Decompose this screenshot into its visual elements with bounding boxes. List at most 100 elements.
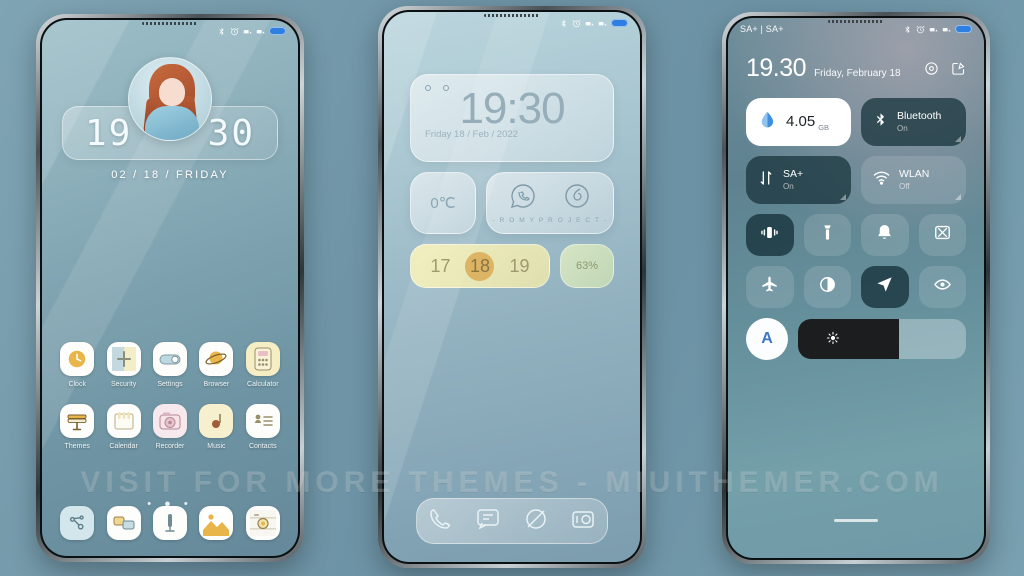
temperature-value: 0℃	[430, 195, 456, 212]
calendar-icon	[106, 404, 141, 438]
header-time: 19.30	[746, 54, 807, 82]
bluetooth-icon	[903, 25, 912, 34]
toggle-ringer[interactable]	[861, 214, 909, 256]
toggle-dark-mode[interactable]	[803, 266, 851, 308]
data-value: 4.05	[786, 112, 816, 130]
camera-icon[interactable]	[245, 506, 280, 540]
project-label: - R O M Y P R O J E C T -	[492, 217, 608, 224]
phone-3-screen: SA+ | SA+ 19.30 Friday, February 18 4.05…	[728, 18, 984, 558]
signal-icon	[243, 27, 252, 36]
tile-state: On	[783, 181, 794, 191]
expand-corner-icon[interactable]	[955, 194, 961, 200]
spiral-icon[interactable]	[563, 182, 591, 215]
signal-icon	[256, 27, 265, 36]
bluetooth-icon	[217, 27, 226, 36]
toggle-vibrate[interactable]	[746, 214, 794, 256]
edit-icon[interactable]	[951, 61, 966, 81]
messages-icon[interactable]	[106, 506, 141, 540]
phone-3-bezel: SA+ | SA+ 19.30 Friday, February 18 4.05…	[726, 16, 986, 560]
camera-icon[interactable]	[570, 506, 596, 537]
toggle-airplane-mode[interactable]	[746, 266, 794, 308]
phone-2-screen: 19:30 Friday 18 / Feb / 2022 0℃ - R O M …	[384, 12, 640, 562]
phone-2-home-screen: 19:30 Friday 18 / Feb / 2022 0℃ - R O M …	[378, 6, 646, 568]
expand-corner-icon[interactable]	[840, 194, 846, 200]
calendar-day: 19	[509, 255, 530, 276]
phone-1-status-bar	[42, 20, 298, 42]
app-clock[interactable]: Clock	[54, 342, 100, 388]
toggle-reading-mode[interactable]	[918, 266, 966, 308]
tile-row-1: 4.05 GB Bluetooth On	[746, 98, 966, 146]
expand-corner-icon[interactable]	[955, 136, 961, 142]
app-themes[interactable]: Themes	[54, 404, 100, 450]
app-calculator[interactable]: Calculator	[240, 342, 286, 388]
app-label: Music	[207, 443, 226, 450]
planet-icon	[199, 342, 234, 376]
project-widget[interactable]: - R O M Y P R O J E C T -	[486, 172, 614, 234]
clock-hours: 19	[85, 112, 133, 154]
toggle-location[interactable]	[861, 266, 909, 308]
app-label: Recorder	[155, 443, 185, 450]
contacts-icon	[245, 404, 280, 438]
phone-icon[interactable]	[428, 506, 454, 537]
gear-icon[interactable]	[924, 61, 939, 81]
carrier-label: SA+ | SA+	[740, 24, 784, 34]
auto-brightness-button[interactable]: A	[746, 318, 788, 360]
calendar-widget[interactable]: 17 18 19	[410, 244, 550, 288]
data-drop-icon	[758, 110, 777, 134]
signal-icon	[929, 25, 938, 34]
tile-bluetooth[interactable]: Bluetooth On	[861, 98, 966, 146]
app-settings[interactable]: Settings	[147, 342, 193, 388]
microphone-icon[interactable]	[152, 506, 187, 540]
eye-icon	[933, 275, 952, 299]
shield-icon	[106, 342, 141, 376]
dark-mode-icon	[818, 275, 837, 299]
tile-row-2: SA+ On WLAN Off	[746, 156, 966, 204]
battery-percent: 63%	[575, 260, 599, 272]
brightness-slider[interactable]	[798, 319, 966, 359]
whatsapp-icon[interactable]	[509, 182, 537, 215]
recorder-icon	[152, 404, 187, 438]
alarm-icon	[916, 25, 925, 34]
phone-2-bezel: 19:30 Friday 18 / Feb / 2022 0℃ - R O M …	[382, 10, 642, 564]
toggle-flashlight[interactable]	[803, 214, 851, 256]
clock-widget[interactable]: 19:30 Friday 18 / Feb / 2022	[410, 74, 614, 162]
app-label: Clock	[68, 381, 86, 388]
brightness-fill	[798, 319, 899, 359]
tile-data-usage[interactable]: 4.05 GB	[746, 98, 851, 146]
battery-icon	[269, 27, 286, 35]
app-security[interactable]: Security	[100, 342, 146, 388]
app-music[interactable]: Music	[193, 404, 239, 450]
message-bubble-icon[interactable]	[475, 506, 501, 537]
tile-title: Bluetooth	[897, 110, 942, 123]
battery-widget[interactable]: 63%	[560, 244, 614, 288]
clock-minutes: 30	[207, 112, 255, 154]
phone-1-clock-widget[interactable]: 19 30 02 / 18 / FRIDAY	[62, 57, 278, 181]
vibrate-icon	[760, 223, 779, 247]
app-grid: Clock Security Settings Browser Calculat…	[54, 342, 286, 450]
app-calendar[interactable]: Calendar	[100, 404, 146, 450]
home-indicator[interactable]	[834, 519, 878, 522]
tile-state: On	[897, 123, 908, 133]
tile-labels: 4.05	[786, 113, 815, 132]
sun-icon	[826, 331, 840, 348]
project-icon-row	[509, 182, 591, 215]
header-actions	[924, 61, 966, 81]
phone-1-bezel: 19 30 02 / 18 / FRIDAY Clock Security Se…	[40, 18, 300, 558]
app-label: Themes	[64, 443, 90, 450]
planet-icon[interactable]	[523, 506, 549, 537]
tile-state: Off	[899, 181, 910, 191]
phone-2-status-bar	[384, 12, 640, 34]
share-network-icon[interactable]	[60, 506, 95, 540]
app-recorder[interactable]: Recorder	[147, 404, 193, 450]
avatar	[128, 57, 212, 141]
calculator-icon	[245, 342, 280, 376]
weather-widget[interactable]: 0℃	[410, 172, 476, 234]
gallery-icon[interactable]	[199, 506, 234, 540]
phone-3-status-bar: SA+ | SA+	[728, 18, 984, 40]
toggle-icon	[152, 342, 187, 376]
tile-mobile-data[interactable]: SA+ On	[746, 156, 851, 204]
app-browser[interactable]: Browser	[193, 342, 239, 388]
toggle-screenshot[interactable]	[918, 214, 966, 256]
app-contacts[interactable]: Contacts	[240, 404, 286, 450]
tile-wlan[interactable]: WLAN Off	[861, 156, 966, 204]
